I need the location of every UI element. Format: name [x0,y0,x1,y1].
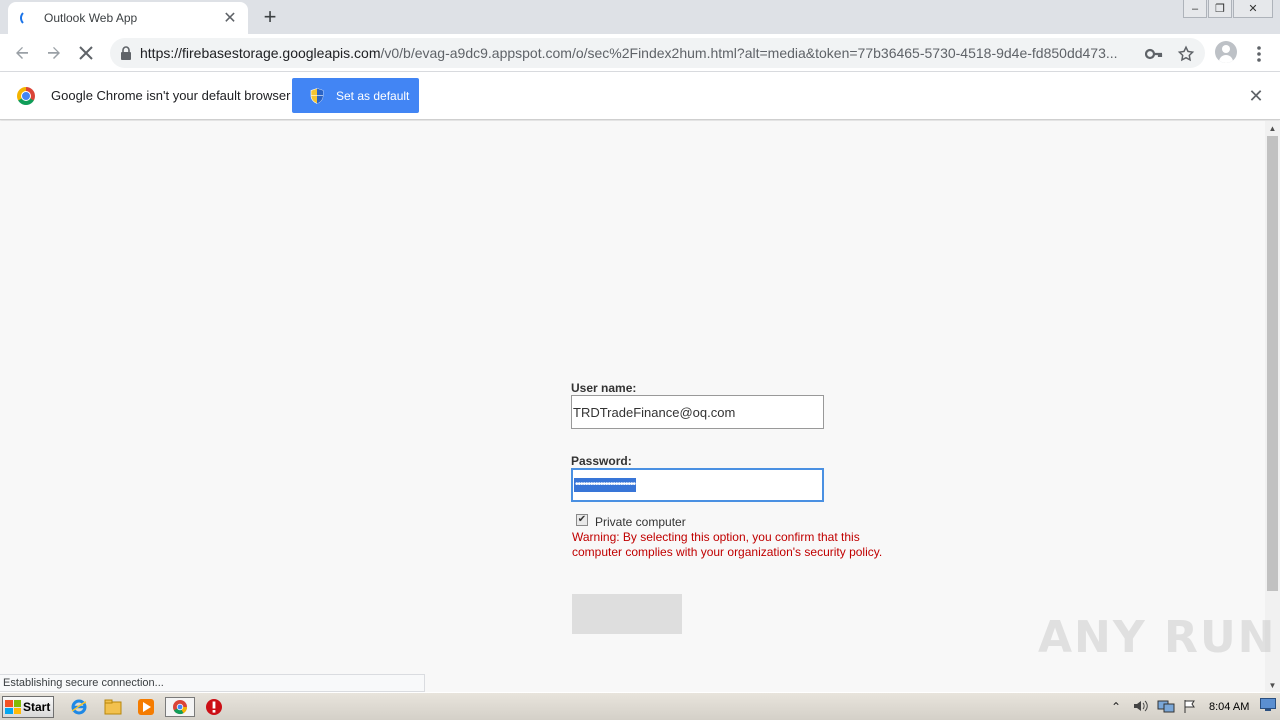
back-arrow-icon[interactable] [10,41,34,65]
lock-icon [121,46,131,60]
url-host: https://firebasestorage.googleapis.com [140,45,381,61]
stop-loading-icon[interactable] [74,41,98,65]
chrome-logo-icon [17,87,35,105]
username-input[interactable]: TRDTradeFinance@oq.com [571,395,824,429]
media-player-icon[interactable] [135,697,157,717]
password-input[interactable]: •••••••••••••••••••••••• [571,468,824,502]
profile-avatar-icon[interactable] [1215,41,1237,63]
url-text[interactable]: https://firebasestorage.googleapis.com/v… [140,45,1130,61]
restore-button[interactable]: ❐ [1208,0,1232,18]
star-bookmark-icon[interactable] [1175,43,1197,65]
username-value: TRDTradeFinance@oq.com [573,404,736,420]
default-browser-infobar: Google Chrome isn't your default browser… [0,72,1280,120]
address-bar[interactable]: https://firebasestorage.googleapis.com/v… [110,38,1205,68]
chrome-taskbar-icon[interactable] [165,697,195,717]
scroll-down-arrow-icon[interactable]: ▼ [1265,678,1280,692]
action-center-flag-icon[interactable] [1183,699,1197,716]
page-scrollbar[interactable]: ▲ ▼ [1265,121,1280,692]
show-desktop-icon[interactable] [1260,697,1276,715]
sign-in-button[interactable] [572,594,682,634]
username-label: User name: [571,381,637,395]
set-as-default-label: Set as default [336,88,410,103]
url-path: /v0/b/evag-a9dc9.appspot.com/o/sec%2Find… [380,45,1118,61]
private-computer-checkbox[interactable]: ✔ [576,514,588,526]
uac-shield-icon [310,87,324,104]
start-button[interactable]: Start [2,696,54,718]
start-label: Start [23,700,51,714]
tab-close-icon[interactable]: ✕ [220,8,240,28]
infobar-close-icon[interactable]: ✕ [1246,86,1266,106]
network-icon[interactable] [1157,699,1175,716]
private-computer-label: Private computer [595,515,686,529]
security-warning-text: Warning: By selecting this option, you c… [572,530,883,559]
browser-toolbar: https://firebasestorage.googleapis.com/v… [0,34,1280,72]
internet-explorer-icon[interactable] [68,697,90,717]
new-tab-button[interactable]: + [258,4,282,29]
password-label: Password: [571,454,632,468]
anyrun-watermark: ANY RUN [1038,612,1277,663]
set-as-default-button[interactable]: Set as default [292,78,419,113]
forward-arrow-icon[interactable] [42,41,66,65]
password-value: •••••••••••••••••••••••• [574,478,637,492]
menu-kebab-icon[interactable] [1248,43,1270,65]
tray-expand-icon[interactable]: ⌃ [1111,700,1121,714]
tab-title: Outlook Web App [44,11,138,25]
tab-outlook-web-app[interactable]: Outlook Web App ✕ [8,2,248,34]
scrollbar-thumb[interactable] [1267,136,1278,591]
key-icon[interactable] [1143,43,1165,65]
status-bubble: Establishing secure connection... [0,674,425,692]
windows-logo-icon [5,700,21,714]
loading-spinner-icon [20,10,36,26]
windows-taskbar: Start ⌃ 8:04 AM [0,692,1280,720]
scroll-up-arrow-icon[interactable]: ▲ [1265,121,1280,135]
volume-icon[interactable] [1133,699,1149,716]
close-window-button[interactable]: ✕ [1233,0,1273,18]
tab-strip: Outlook Web App ✕ + – ❐ ✕ [0,0,1280,34]
minimize-button[interactable]: – [1183,0,1207,18]
opera-stop-icon[interactable] [203,697,225,717]
infobar-message: Google Chrome isn't your default browser [51,88,291,103]
file-explorer-icon[interactable] [102,697,124,717]
taskbar-clock[interactable]: 8:04 AM [1209,701,1249,713]
